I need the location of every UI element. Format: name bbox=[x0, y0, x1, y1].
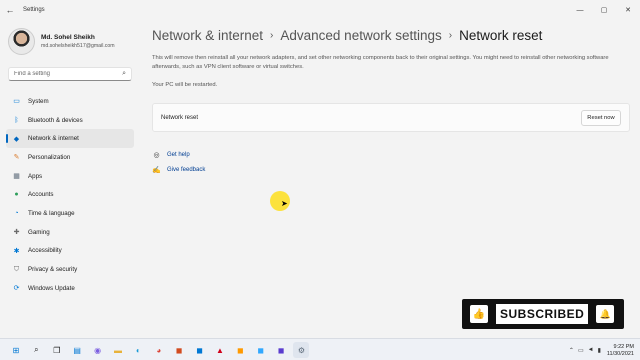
settings-icon[interactable]: ⚙ bbox=[293, 342, 310, 358]
sidebar-item-label: Time & language bbox=[28, 209, 75, 217]
sidebar-item-personalization[interactable]: ✎ Personalization bbox=[6, 148, 134, 167]
sidebar-item-apps[interactable]: ▦ Apps bbox=[6, 167, 134, 186]
breadcrumb-network-internet[interactable]: Network & internet bbox=[152, 28, 263, 43]
sidebar-item-windows-update[interactable]: ⟳ Windows Update bbox=[6, 279, 134, 298]
widgets-icon[interactable]: ▤ bbox=[69, 342, 85, 358]
sidebar-item-label: Apps bbox=[28, 172, 43, 180]
restart-note: Your PC will be restarted. bbox=[152, 82, 218, 88]
close-icon[interactable]: ✕ bbox=[616, 0, 640, 20]
globe-clock-icon: ◔ bbox=[14, 209, 19, 217]
sidebar-item-label: Network & internet bbox=[28, 135, 79, 143]
user-name: Md. Sohel Sheikh bbox=[41, 34, 95, 41]
title-bar: ← Settings — ▢ ✕ bbox=[0, 0, 640, 20]
store-icon[interactable]: ◼ bbox=[192, 342, 208, 358]
network-icon[interactable]: ▭ bbox=[578, 347, 584, 354]
battery-icon[interactable]: ▮ bbox=[598, 347, 601, 354]
gamepad-icon: ✚ bbox=[13, 229, 20, 237]
start-icon[interactable]: ⊞ bbox=[8, 342, 24, 358]
page-title: Network reset bbox=[459, 28, 543, 43]
accessibility-icon: ✱ bbox=[13, 247, 20, 255]
edge-icon[interactable]: ◐ bbox=[130, 342, 146, 358]
bluetooth-icon: ᛒ bbox=[14, 116, 19, 124]
mouse-pointer-icon: ➤ bbox=[281, 199, 288, 208]
app-icon[interactable]: ◼ bbox=[171, 342, 187, 358]
thumbs-up-icon: 👍 bbox=[470, 305, 488, 323]
sidebar-item-label: Privacy & security bbox=[28, 266, 78, 274]
network-reset-card: Network reset Reset now bbox=[152, 103, 630, 132]
taskbar-icons: ⊞ ⌕ ❐ ▤ ◉ ▬ ◐ ◕ ◼ ◼ ▲ ◼ ◼ ◼ ⚙ bbox=[8, 339, 314, 360]
sidebar-item-label: Accessibility bbox=[28, 247, 62, 255]
breadcrumb-advanced-network[interactable]: Advanced network settings bbox=[280, 28, 441, 43]
minimize-icon[interactable]: — bbox=[568, 0, 592, 20]
avatar bbox=[8, 28, 35, 55]
chevron-up-icon[interactable]: ⌃ bbox=[569, 347, 574, 354]
clock-time: 9:22 PM bbox=[613, 343, 634, 350]
apps-icon: ▦ bbox=[13, 173, 20, 181]
chat-icon[interactable]: ◉ bbox=[90, 342, 106, 358]
help-icon: ◎ bbox=[153, 151, 160, 159]
sidebar-item-label: Personalization bbox=[28, 153, 71, 161]
video-app-icon[interactable]: ◼ bbox=[273, 342, 289, 358]
maximize-icon[interactable]: ▢ bbox=[592, 0, 616, 20]
clock[interactable]: 9:22 PM 11/30/2021 bbox=[607, 344, 634, 357]
main-content: Network & internet › Advanced network se… bbox=[152, 20, 630, 338]
get-help-row[interactable]: ◎ Get help bbox=[152, 150, 190, 159]
sidebar-item-label: Windows Update bbox=[28, 284, 75, 292]
subscribed-overlay: 👍 SUBSCRIBED 🔔 bbox=[462, 299, 624, 329]
clock-date: 11/30/2021 bbox=[606, 350, 634, 357]
system-tray: ⌃ ▭ ◄ ▮ 9:22 PM 11/30/2021 bbox=[565, 339, 634, 360]
file-explorer-icon[interactable]: ▬ bbox=[110, 342, 126, 358]
volume-icon[interactable]: ◄ bbox=[588, 347, 594, 353]
acrobat-icon[interactable]: ▲ bbox=[212, 342, 228, 358]
feedback-icon: ✍ bbox=[152, 166, 161, 174]
chevron-right-icon: › bbox=[270, 30, 274, 41]
sidebar-item-gaming[interactable]: ✚ Gaming bbox=[6, 223, 134, 242]
user-email: md.sohelsheikh517@gmail.com bbox=[41, 43, 115, 49]
search-box[interactable]: ⌕ bbox=[8, 67, 132, 81]
sidebar-item-accessibility[interactable]: ✱ Accessibility bbox=[6, 242, 134, 261]
taskbar: ⊞ ⌕ ❐ ▤ ◉ ▬ ◐ ◕ ◼ ◼ ▲ ◼ ◼ ◼ ⚙ ⌃ ▭ ◄ ▮ 9:… bbox=[0, 338, 640, 360]
sidebar: Md. Sohel Sheikh md.sohelsheikh517@gmail… bbox=[0, 20, 145, 338]
subscribed-label: SUBSCRIBED bbox=[496, 304, 589, 324]
sidebar-item-network[interactable]: ◆ Network & internet bbox=[6, 129, 134, 149]
search-input[interactable] bbox=[14, 71, 123, 77]
brush-icon: ✎ bbox=[13, 154, 20, 162]
sidebar-item-accounts[interactable]: ● Accounts bbox=[6, 185, 134, 204]
reset-description: This will remove then reinstall all your… bbox=[152, 55, 609, 70]
sidebar-item-privacy[interactable]: ⛉ Privacy & security bbox=[6, 260, 134, 279]
bell-icon: 🔔 bbox=[596, 305, 615, 323]
app-title: Settings bbox=[23, 7, 45, 13]
sidebar-item-time-language[interactable]: ◔ Time & language bbox=[6, 204, 134, 223]
chrome-icon[interactable]: ◕ bbox=[151, 342, 167, 358]
chevron-right-icon: › bbox=[448, 30, 453, 41]
sidebar-item-label: Accounts bbox=[28, 191, 54, 199]
sidebar-item-system[interactable]: ▭ System bbox=[6, 92, 134, 111]
sidebar-item-label: System bbox=[28, 97, 49, 105]
give-feedback-row[interactable]: ✍ Give feedback bbox=[152, 165, 205, 174]
illustrator-icon[interactable]: ◼ bbox=[232, 342, 248, 358]
sidebar-item-label: Bluetooth & devices bbox=[28, 116, 83, 124]
wifi-icon: ◆ bbox=[13, 135, 20, 143]
sidebar-item-label: Gaming bbox=[28, 228, 50, 236]
get-help-link[interactable]: Get help bbox=[167, 152, 190, 158]
search-icon[interactable]: ⌕ bbox=[122, 70, 126, 78]
reset-now-button[interactable]: Reset now bbox=[581, 110, 621, 126]
photoshop-icon[interactable]: ◼ bbox=[253, 342, 269, 358]
shield-icon: ⛉ bbox=[13, 265, 20, 273]
user-profile[interactable]: Md. Sohel Sheikh md.sohelsheikh517@gmail… bbox=[8, 28, 115, 55]
network-reset-label: Network reset bbox=[161, 114, 199, 121]
breadcrumb: Network & internet › Advanced network se… bbox=[152, 28, 542, 43]
update-icon: ⟳ bbox=[13, 285, 20, 293]
window-controls: — ▢ ✕ bbox=[568, 0, 640, 20]
sidebar-item-bluetooth[interactable]: ᛒ Bluetooth & devices bbox=[6, 111, 134, 130]
give-feedback-link[interactable]: Give feedback bbox=[167, 167, 205, 173]
monitor-icon: ▭ bbox=[13, 98, 20, 106]
sidebar-nav: ▭ System ᛒ Bluetooth & devices ◆ Network… bbox=[6, 92, 134, 298]
back-arrow-icon[interactable]: ← bbox=[0, 0, 20, 20]
task-view-icon[interactable]: ❐ bbox=[49, 342, 65, 358]
search-icon[interactable]: ⌕ bbox=[28, 342, 44, 358]
person-icon: ● bbox=[14, 191, 19, 199]
